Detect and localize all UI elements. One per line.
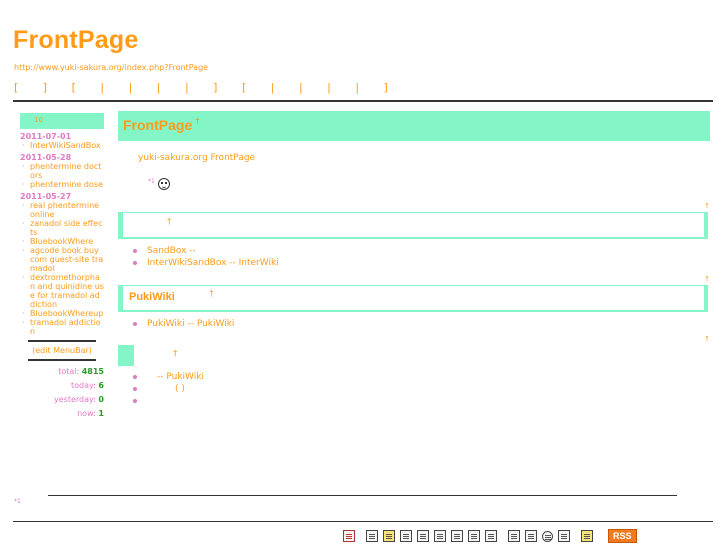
- counter-label: total:: [58, 367, 80, 376]
- counter-value: 6: [98, 381, 104, 390]
- recent-header: 10: [20, 113, 104, 129]
- footnote-marker[interactable]: *1: [14, 498, 21, 505]
- help-icon[interactable]: [581, 530, 593, 542]
- heading-anchor[interactable]: †: [167, 217, 172, 227]
- list-icon[interactable]: [525, 530, 537, 542]
- recent-item[interactable]: phentermine dose: [20, 180, 104, 189]
- recent-count: 10: [34, 116, 43, 124]
- section-1-list: SandBox -- InterWikiSandBox -- InterWiki: [131, 245, 279, 269]
- edit-menubar-link[interactable]: (edit MenuBar): [20, 346, 104, 355]
- recent-changes-icon[interactable]: [558, 530, 570, 542]
- intro-text: yuki-sakura.org FrontPage: [138, 153, 256, 163]
- list-item[interactable]: SandBox --: [131, 245, 279, 257]
- top-icon[interactable]: [343, 530, 355, 542]
- intro-line: *1: [148, 178, 170, 190]
- heading-section-3-marker: [118, 345, 134, 366]
- footnote-divider: [48, 495, 677, 496]
- copy-icon[interactable]: [451, 530, 463, 542]
- edit-icon[interactable]: [366, 530, 378, 542]
- page-url[interactable]: http://www.yuki-sakura.org/index.php?Fro…: [14, 63, 208, 72]
- main-body: FrontPage † yuki-sakura.org FrontPage *1…: [118, 111, 710, 403]
- counter-now: now: 1: [20, 407, 104, 421]
- search-icon[interactable]: [542, 530, 553, 542]
- section-2-list: PukiWiki -- PukiWiki: [131, 318, 234, 330]
- backup-icon[interactable]: [417, 530, 429, 542]
- rss-button[interactable]: RSS: [608, 529, 637, 543]
- menubar-divider: [28, 359, 96, 361]
- list-item[interactable]: -- PukiWiki: [131, 371, 204, 383]
- recent-date: 2011-07-01: [20, 132, 72, 141]
- section-3-list: -- PukiWiki ( ): [131, 371, 204, 403]
- list-item: ( ): [131, 383, 204, 395]
- freeze-icon[interactable]: [383, 530, 395, 542]
- menubar: 10 2011-07-01 InterWikiSandBox 2011-05-2…: [20, 113, 104, 421]
- page-toolbar: RSS: [343, 529, 637, 543]
- list-item[interactable]: PukiWiki -- PukiWiki: [131, 318, 234, 330]
- counter-yesterday: yesterday: 0: [20, 393, 104, 407]
- counter-value: 4815: [81, 367, 104, 376]
- heading-section-1: †: [118, 212, 708, 239]
- recent-item[interactable]: dextromethorphan and quinidine use for t…: [20, 273, 104, 309]
- page-counter: total: 4815 today: 6 yesterday: 0 now: 1: [20, 365, 104, 421]
- menubar-divider: [28, 340, 96, 342]
- rename-icon[interactable]: [468, 530, 480, 542]
- recent-item[interactable]: agcode book buy com guest-site tramadol: [20, 246, 104, 273]
- heading-text: PukiWiki †: [129, 288, 214, 303]
- heading-anchor[interactable]: †: [195, 117, 200, 127]
- counter-label: yesterday:: [54, 395, 96, 404]
- heading-anchor[interactable]: †: [173, 349, 178, 359]
- heading-pukiwiki: PukiWiki †: [118, 285, 708, 312]
- counter-total: total: 4815: [20, 365, 104, 379]
- counter-label: now:: [77, 409, 96, 418]
- recent-item[interactable]: zanadol side effects: [20, 219, 104, 237]
- header-divider: [13, 100, 713, 102]
- recent-date: 2011-05-28: [20, 153, 72, 162]
- list-item[interactable]: InterWikiSandBox -- InterWiki: [131, 257, 279, 269]
- recent-item[interactable]: BluebookWhereup: [20, 309, 104, 318]
- back-to-top-link[interactable]: ↑: [704, 202, 710, 210]
- recent-date: 2011-05-27: [20, 192, 72, 201]
- new-page-icon[interactable]: [508, 530, 520, 542]
- footer-divider: [13, 521, 713, 522]
- recent-item[interactable]: BluebookWhere: [20, 237, 104, 246]
- page-title[interactable]: FrontPage: [13, 26, 138, 55]
- heading-text: FrontPage: [123, 117, 193, 133]
- smiley-icon: [157, 178, 170, 190]
- footnote-ref[interactable]: *1: [148, 178, 155, 185]
- back-to-top-link[interactable]: ↑: [704, 335, 710, 343]
- back-to-top-link[interactable]: ↑: [704, 275, 710, 283]
- counter-today: today: 6: [20, 379, 104, 393]
- recent-item[interactable]: real phentermine online: [20, 201, 104, 219]
- reload-icon[interactable]: [485, 530, 497, 542]
- heading-title: PukiWiki: [129, 291, 175, 303]
- nav-links[interactable]: [ ] [ | | | | ] [ | | | | ]: [14, 81, 398, 94]
- nav-bar[interactable]: [ ] [ | | | | ] [ | | | | ]: [14, 81, 398, 94]
- counter-value: 1: [98, 409, 104, 418]
- recent-item[interactable]: InterWikiSandBox: [20, 141, 104, 150]
- counter-value: 0: [98, 395, 104, 404]
- upload-icon[interactable]: [434, 530, 446, 542]
- diff-icon[interactable]: [400, 530, 412, 542]
- recent-item[interactable]: tramadol addiction: [20, 318, 104, 336]
- heading-anchor[interactable]: †: [209, 288, 214, 298]
- heading-frontpage: FrontPage †: [118, 111, 710, 141]
- recent-item[interactable]: phentermine doctors: [20, 162, 104, 180]
- counter-label: today:: [71, 381, 96, 390]
